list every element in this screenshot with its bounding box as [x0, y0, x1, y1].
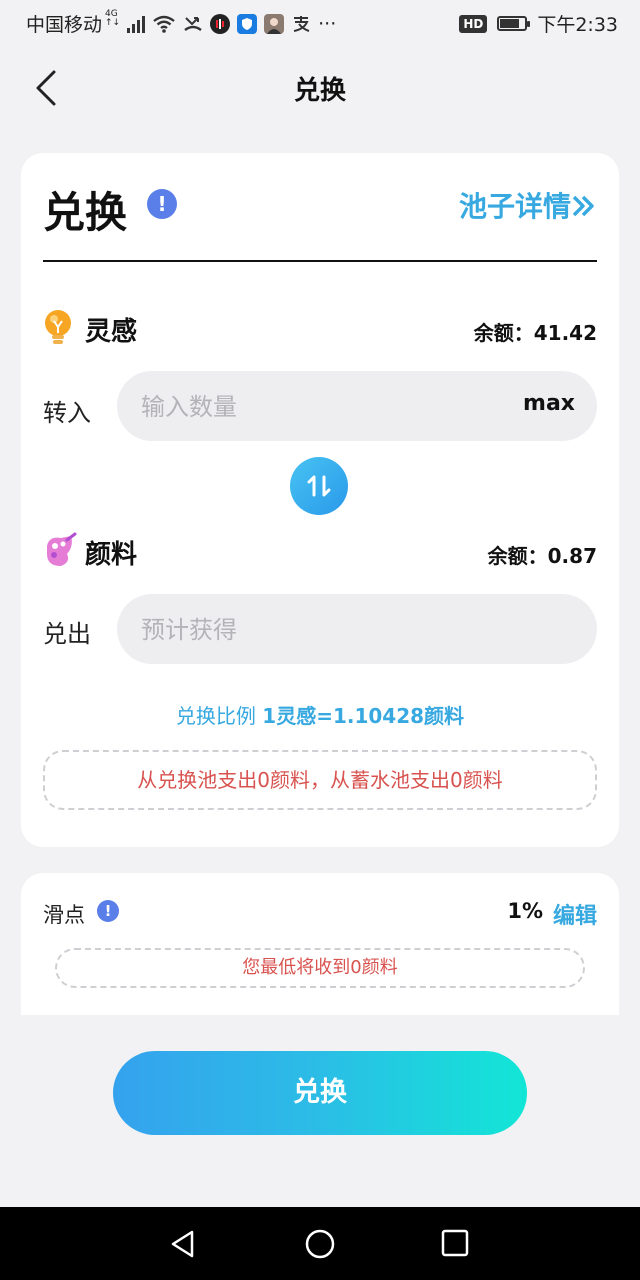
back-triangle-icon[interactable] — [168, 1229, 198, 1259]
home-circle-icon[interactable] — [304, 1229, 336, 1261]
to-amount-input[interactable] — [139, 594, 503, 666]
slippage-edit-button[interactable]: 编辑 — [553, 898, 597, 930]
alipay-icon — [293, 15, 310, 32]
from-token-name: 灵感 — [85, 317, 138, 347]
shield-app-icon — [237, 13, 258, 34]
max-button[interactable]: max — [523, 391, 575, 416]
exchange-submit-button[interactable]: 兑换 — [113, 1051, 527, 1135]
from-token-row: 灵感 余额：41.42 — [43, 307, 597, 351]
minimum-receive-notice: 您最低将收到0颜料 — [55, 948, 585, 988]
info-icon[interactable]: ! — [147, 189, 177, 219]
from-amount-field: max — [117, 371, 597, 443]
hd-badge: HD — [459, 14, 488, 33]
from-token-balance: 余额：41.42 — [473, 321, 597, 345]
avatar-app-icon — [264, 13, 285, 34]
from-field-label: 转入 — [43, 399, 91, 427]
battery-icon — [497, 16, 531, 31]
swap-direction-button[interactable] — [290, 457, 348, 515]
page-title: 兑换 — [293, 76, 346, 106]
to-token-balance: 余额：0.87 — [487, 544, 597, 568]
pool-details-label: 池子详情 — [458, 190, 571, 223]
signal-icon — [127, 15, 146, 33]
exchange-title: 兑换 — [43, 188, 128, 237]
from-amount-input[interactable] — [139, 371, 503, 443]
more-notifications-icon: ··· — [318, 12, 337, 35]
to-token-row: 颜料 余额：0.87 — [43, 530, 597, 574]
status-time: 下午2:33 — [537, 14, 618, 36]
swap-arrows-icon — [307, 475, 331, 497]
pool-details-link[interactable]: 池子详情 — [459, 185, 597, 225]
recents-square-icon[interactable] — [440, 1229, 470, 1259]
slippage-card: 滑点 ! 1% 编辑 您最低将收到0颜料 — [21, 873, 619, 1015]
wifi-icon — [153, 15, 175, 33]
slippage-label: 滑点 — [43, 903, 85, 927]
paint-palette-icon — [47, 532, 77, 566]
exchange-card: 兑换 ! 池子详情 灵感 余额：41.42 转入 max — [21, 153, 619, 847]
status-bar: 中国移动 4G ↑↓ ··· HD 下午2:33 — [0, 0, 640, 44]
carrier-name: 中国移动 — [26, 14, 103, 36]
system-navigation-bar — [0, 1207, 640, 1280]
to-field-label: 兑出 — [43, 620, 91, 648]
slippage-value: 1% — [507, 899, 543, 923]
to-token-name: 颜料 — [85, 540, 138, 570]
double-chevron-right-icon — [572, 195, 594, 217]
app-notification-icon — [210, 13, 231, 34]
lightbulb-icon — [45, 310, 71, 344]
pool-notice: 从兑换池支出0颜料，从蓄水池支出0颜料 — [43, 750, 597, 810]
exchange-rate-label: 兑换比例 — [175, 704, 263, 728]
exchange-rate-value: 1灵感=1.10428颜料 — [262, 704, 465, 728]
missed-call-icon — [184, 16, 202, 31]
to-amount-field — [117, 594, 597, 666]
title-divider — [43, 260, 597, 262]
exchange-rate: 兑换比例 1灵感=1.10428颜料 — [21, 700, 619, 729]
slippage-info-icon[interactable]: ! — [97, 900, 119, 922]
network-type: 4G ↑↓ — [105, 9, 121, 28]
